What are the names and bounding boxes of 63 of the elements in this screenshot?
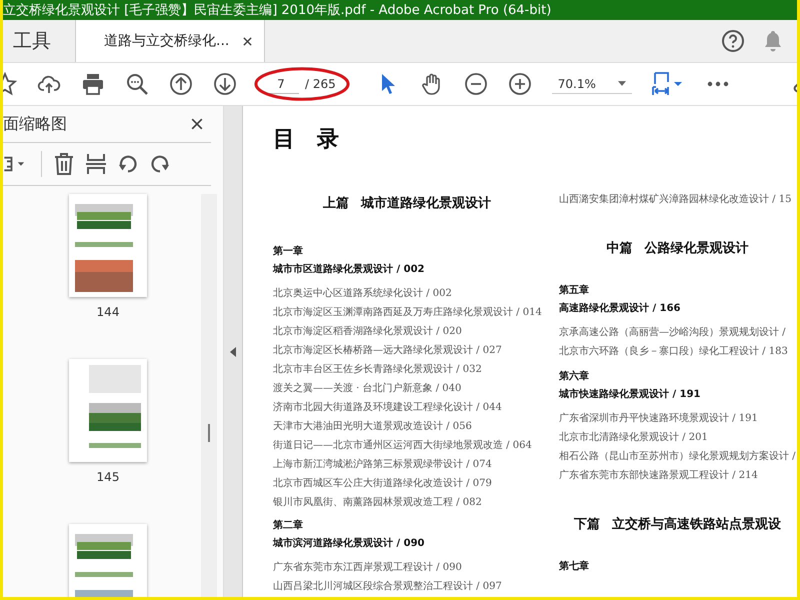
toc-entry: 银川市凤凰街、南薰路园林景观改造工程 / 082 bbox=[273, 496, 482, 510]
part-label: 上篇 bbox=[323, 195, 349, 212]
collapse-arrow-icon[interactable] bbox=[230, 346, 236, 356]
chapter-number: 第七章 bbox=[559, 559, 589, 573]
page-total: / 265 bbox=[305, 77, 336, 91]
chapter-number: 第二章 bbox=[273, 518, 304, 532]
part-title: 立交桥与高速铁路站点景观设 bbox=[612, 516, 781, 533]
page-number: 145 bbox=[96, 470, 120, 484]
trash-icon[interactable] bbox=[54, 153, 74, 175]
help-icon[interactable] bbox=[721, 29, 745, 53]
toc-entry: 北京市北清路绿化景观设计 / 201 bbox=[559, 430, 708, 445]
page-number: 144 bbox=[96, 305, 120, 319]
search-icon[interactable] bbox=[125, 72, 149, 96]
part-title: 城市道路绿化景观设计 bbox=[361, 194, 491, 212]
caret-icon bbox=[618, 81, 626, 86]
toc-entry: 广东省东莞市东部快速路景观工程设计 / 214 bbox=[559, 468, 758, 483]
extract-pages-icon[interactable] bbox=[86, 153, 106, 175]
chapter-title: 城市市区道路绿化景观设计 / 002 bbox=[273, 262, 424, 276]
toc-entry: 京承高速公路（高丽营—沙峪沟段）景观规划设计 / bbox=[559, 326, 786, 340]
next-page-icon[interactable] bbox=[213, 72, 237, 96]
toc-entry: 相石公路（昆山市至苏州市）绿化景观规划方案设计 / bbox=[559, 450, 796, 464]
chapter-title: 高速路绿化景观设计 / 166 bbox=[559, 301, 680, 315]
print-icon[interactable] bbox=[81, 72, 105, 96]
page-number-field[interactable]: 7 bbox=[263, 74, 299, 94]
zoom-dropdown[interactable]: 70.1% bbox=[552, 74, 632, 94]
rotate-left-icon[interactable] bbox=[118, 153, 138, 175]
part-label: 下篇 bbox=[574, 516, 600, 533]
close-icon[interactable] bbox=[191, 118, 203, 130]
toc-entry: 北京市海淀区长椿桥路—远大路绿化景观设计 / 027 bbox=[273, 344, 502, 358]
toc-entry: 天津市大港油田光明大道景观改造设计 / 056 bbox=[273, 420, 472, 434]
toc-entry: 上海市新江湾城淞沪路第三标景观绿带设计 / 074 bbox=[273, 458, 492, 472]
chapter-number: 第六章 bbox=[559, 369, 590, 383]
toc-entry: 山西潞安集团漳村煤矿兴漳路园林绿化改造设计 / 15 bbox=[559, 192, 792, 207]
part-label: 中篇 bbox=[606, 240, 632, 257]
panel-title: 面缩略图 bbox=[3, 114, 67, 134]
rotate-right-icon[interactable] bbox=[150, 153, 170, 175]
previous-page-icon[interactable] bbox=[169, 72, 193, 96]
chapter-title: 城市滨河道路绿化景观设计 / 090 bbox=[273, 536, 424, 550]
document-tab[interactable]: 道路与立交桥绿化... bbox=[75, 20, 266, 62]
chapter-number: 第一章 bbox=[273, 244, 304, 258]
toc-entry: 广东省东莞市东江西岸景观工程设计 / 090 bbox=[273, 560, 462, 575]
close-icon[interactable] bbox=[243, 36, 252, 46]
toc-entry: 北京市六环路（良乡－寨口段）绿化工程设计 / 183 bbox=[559, 344, 788, 359]
scrollbar-thumb[interactable] bbox=[208, 424, 210, 442]
toc-entry: 街道日记——北京市通州区运河西大街绿地景观改造 / 064 bbox=[273, 438, 532, 453]
toc-entry: 广东省深圳市丹平快速路环境景观设计 / 191 bbox=[559, 412, 758, 426]
chapter-number: 第五章 bbox=[559, 283, 590, 297]
toc-entry: 济南市北园大街道路及环境建设工程绿化设计 / 044 bbox=[273, 400, 502, 415]
toc-entry: 北京奥运中心区道路系统绿化设计 / 002 bbox=[273, 286, 452, 301]
toc-entry: 北京市丰台区王佐乡长青路绿化景观设计 / 032 bbox=[273, 362, 482, 377]
toc-entry: 北京市海淀区玉渊潭南路西延及万寿庄路绿化景观设计 / 014 bbox=[273, 306, 542, 320]
toc-entry: 渡关之翼——关渡 · 台北门户新意象 / 040 bbox=[273, 382, 462, 396]
toc-heading: 目录 bbox=[273, 125, 361, 154]
zoom-out-icon[interactable] bbox=[464, 72, 488, 96]
part-title: 公路绿化景观设计 bbox=[644, 240, 748, 257]
tab-label[interactable]: 道路与立交桥绿化... bbox=[104, 32, 230, 50]
toc-entry: 北京市西城区车公庄大街道路绿化改造设计 / 079 bbox=[273, 476, 492, 491]
tools-tab[interactable]: 工具 bbox=[3, 20, 75, 62]
window-title: 立交桥绿化景观设计 [毛子强赞】民宙生委主编] 2010年版.pdf - Adobe Acrobat Pro (64-bit) bbox=[3, 2, 552, 19]
toc-entry: 北京市海淀区稻香湖路绿化景观设计 / 020 bbox=[273, 324, 462, 339]
toc-entry: 山西吕梁北川河城区段综合景观整治工程设计 / 097 bbox=[273, 580, 502, 594]
chapter-title: 城市快速路绿化景观设计 / 191 bbox=[559, 387, 700, 401]
zoom-in-icon[interactable] bbox=[508, 72, 532, 96]
